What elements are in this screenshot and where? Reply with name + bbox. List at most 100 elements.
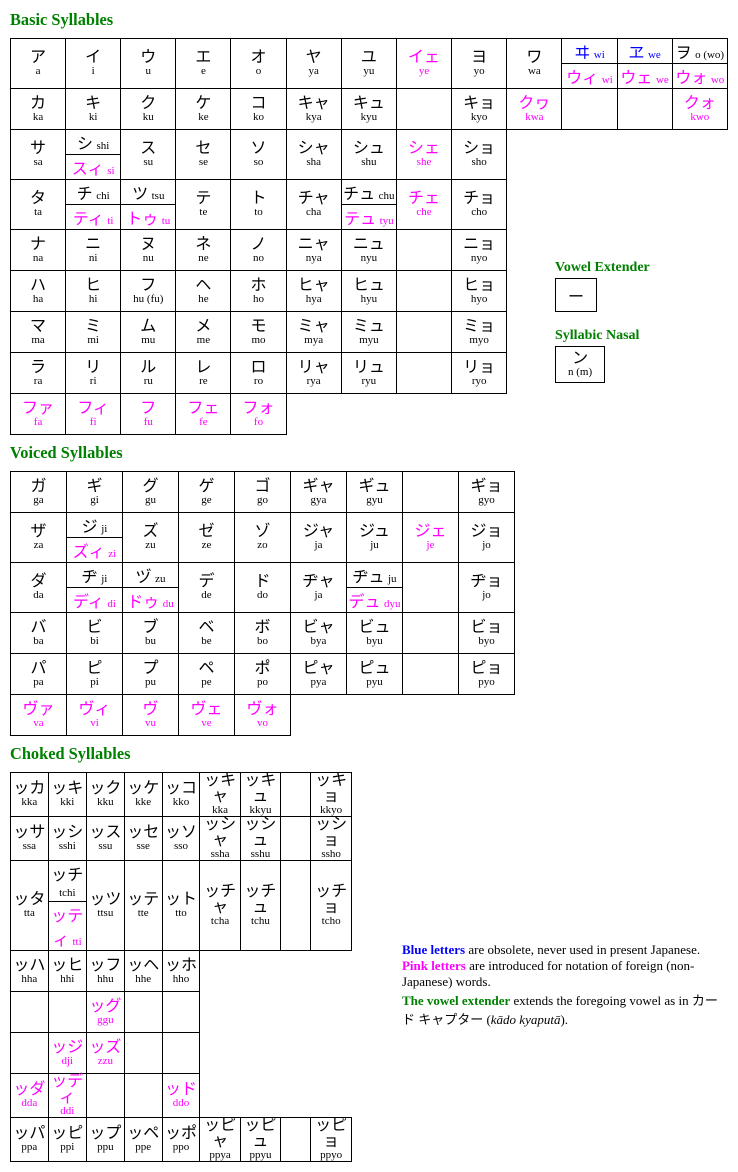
syllable-cell: シ shiスィ si [66, 130, 121, 180]
syllable-cell: チ chiティ ti [66, 180, 121, 230]
syllable-cell: ヴvu [123, 695, 179, 736]
syllable-cell: ッサssa [11, 817, 49, 861]
syllable-cell: ッチョtcho [311, 861, 352, 951]
syllable-cell: ヒャhya [286, 271, 341, 312]
syllable-cell: チュ chuテュ tyu [341, 180, 396, 230]
syllable-cell: テte [176, 180, 231, 230]
syllable-cell [124, 1074, 162, 1118]
syllable-cell: シュshu [341, 130, 396, 180]
syllable-cell: ッダdda [11, 1074, 49, 1118]
syllable-cell: フィfi [66, 394, 121, 435]
syllable-cell: チェche [396, 180, 451, 230]
syllable-cell: ヂュ juデュ dyu [347, 563, 403, 613]
syllable-cell: ニョnyo [452, 230, 507, 271]
syllable-cell: ヒュhyu [341, 271, 396, 312]
syllable-cell: ピpi [67, 654, 123, 695]
syllable-cell: ッヒhhi [48, 951, 86, 992]
syllable-cell: ピュpyu [347, 654, 403, 695]
syllable-cell: ッシャssha [200, 817, 240, 861]
syllable-cell [162, 1033, 200, 1074]
syllable-cell: ツ tsuトゥ tu [121, 180, 176, 230]
syllable-cell: トto [231, 180, 286, 230]
syllable-cell: ヅ zuドゥ du [123, 563, 179, 613]
syllable-cell: キョkyo [452, 89, 507, 130]
syllable-cell: ッピョppyo [311, 1118, 352, 1162]
syllable-cell: ロro [231, 353, 286, 394]
syllable-cell: ガga [11, 472, 67, 513]
choked-title: Choked Syllables [10, 744, 728, 764]
syllable-cell: ファfa [11, 394, 66, 435]
syllable-cell: オo [231, 39, 286, 89]
syllable-cell: ッピャppya [200, 1118, 240, 1162]
syllable-cell [162, 992, 200, 1033]
syllable-cell: プpu [123, 654, 179, 695]
syllable-cell: ビョbyo [459, 613, 515, 654]
syllable-cell: ワwa [507, 39, 562, 89]
syllable-cell: ニni [66, 230, 121, 271]
syllable-cell: ヴォvo [235, 695, 291, 736]
syllable-cell: ビュbyu [347, 613, 403, 654]
syllable-cell: ネne [176, 230, 231, 271]
syllable-cell: ヒhi [66, 271, 121, 312]
syllable-cell: グgu [123, 472, 179, 513]
syllable-cell: カka [11, 89, 66, 130]
syllable-cell: ジュju [347, 513, 403, 563]
syllable-cell: ヌnu [121, 230, 176, 271]
syllable-cell: ユyu [341, 39, 396, 89]
notes: Blue letters are obsolete, never used in… [402, 942, 728, 1028]
syllable-cell: ッシュsshu [240, 817, 281, 861]
syllable-cell: フォfo [231, 394, 286, 435]
syllable-cell: クォkwo [672, 89, 727, 130]
syllable-cell: ッコkko [162, 773, 200, 817]
syllable-cell: ッピppi [48, 1118, 86, 1162]
syllable-cell: ッハhha [11, 951, 49, 992]
syllable-cell: アa [11, 39, 66, 89]
syllable-cell: エe [176, 39, 231, 89]
syllable-cell: ックkku [86, 773, 124, 817]
syl-nasal-rom: n (m) [568, 367, 592, 378]
basic-title: Basic Syllables [10, 10, 728, 30]
syllable-cell: ッカkka [11, 773, 49, 817]
syllable-cell: ットtto [162, 861, 200, 951]
syllable-cell [11, 1033, 49, 1074]
syllable-cell: ッグggu [86, 992, 124, 1033]
syllable-cell: ギュgyu [347, 472, 403, 513]
syllable-cell: ヰ wiウィ wi [562, 39, 617, 89]
syllable-cell: ギョgyo [459, 472, 515, 513]
syllable-cell: ッスssu [86, 817, 124, 861]
syllable-cell: ドdo [235, 563, 291, 613]
syllable-cell: ナna [11, 230, 66, 271]
syllable-cell: ッピュppyu [240, 1118, 281, 1162]
voiced-syllables-table: ガgaギgiグguゲgeゴgoギャgyaギュgyuギョgyoザzaジ jiズィ … [10, 471, 515, 736]
syllable-cell: ニャnya [286, 230, 341, 271]
syllable-cell: ノno [231, 230, 286, 271]
syllable-cell: リャrya [286, 353, 341, 394]
syllable-cell [124, 1033, 162, 1074]
syllable-cell: シャsha [286, 130, 341, 180]
syllable-cell: チョcho [452, 180, 507, 230]
syllable-cell: ベbe [179, 613, 235, 654]
syllable-cell: ヂ jiディ di [67, 563, 123, 613]
syllable-cell: リョryo [452, 353, 507, 394]
syllable-cell: バba [11, 613, 67, 654]
choked-syllables-table: ッカkkaッキkkiックkkuッケkkeッコkkoッキャkkaッキュkkyuッキ… [10, 772, 352, 1162]
syllable-cell [281, 861, 311, 951]
syllable-cell: ムmu [121, 312, 176, 353]
syl-nasal-kana: ン [568, 351, 592, 367]
syllable-cell: ブbu [123, 613, 179, 654]
syllable-cell: ヂョjo [459, 563, 515, 613]
syllable-cell: フhu (fu) [121, 271, 176, 312]
syllable-cell: ギャgya [291, 472, 347, 513]
syllable-cell: タta [11, 180, 66, 230]
syl-nasal-box: ン n (m) [555, 346, 605, 383]
syllable-cell: ッパppa [11, 1118, 49, 1162]
syllable-cell: ミョmyo [452, 312, 507, 353]
syllable-cell: デde [179, 563, 235, 613]
syllable-cell: ジ jiズィ zi [67, 513, 123, 563]
syllable-cell: ヱ weウェ we [617, 39, 672, 89]
syllable-cell [403, 563, 459, 613]
syllable-cell [48, 992, 86, 1033]
syllable-cell: コko [231, 89, 286, 130]
syllable-cell [281, 1118, 311, 1162]
syllable-cell: ッショssho [311, 817, 352, 861]
